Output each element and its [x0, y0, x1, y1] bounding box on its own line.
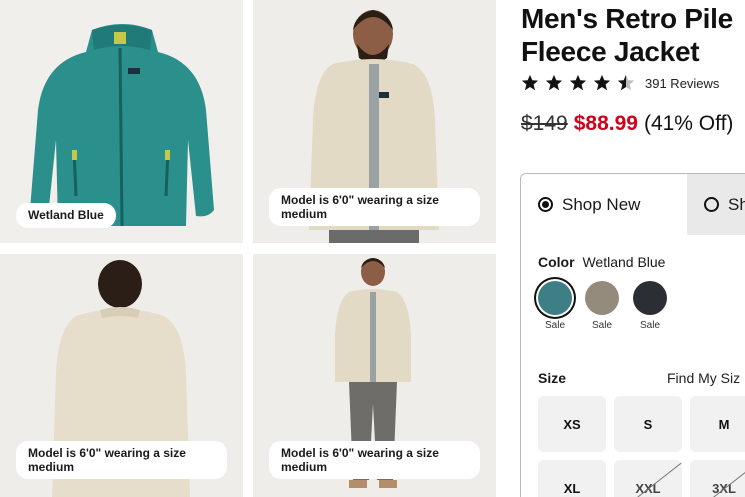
radio-empty-icon	[704, 197, 719, 212]
star-icon	[521, 74, 539, 91]
price-block: $149 $88.99 (41% Off)	[521, 112, 733, 136]
star-icon	[593, 74, 611, 91]
size-option-xxl[interactable]: XXL	[614, 460, 682, 497]
original-price: $149	[521, 112, 568, 135]
tab-shop-used-label: Sh	[728, 194, 745, 214]
star-icon	[545, 74, 563, 91]
size-option-m[interactable]: M	[690, 396, 745, 452]
review-count-link[interactable]: 391 Reviews	[645, 76, 719, 91]
condition-tabs: Shop New Sh	[521, 174, 745, 235]
image-caption-model: Model is 6'0" wearing a size medium	[269, 441, 480, 479]
radio-selected-icon	[538, 197, 553, 212]
tab-shop-new[interactable]: Shop New	[521, 174, 687, 235]
color-swatch-tan[interactable]	[585, 281, 619, 315]
half-star-icon	[617, 74, 635, 91]
find-my-size-link[interactable]: Find My Siz	[667, 370, 740, 386]
product-title: Men's Retro Pile Fleece Jacket	[521, 3, 733, 67]
image-caption-model: Model is 6'0" wearing a size medium	[269, 188, 480, 226]
swatch-sale-label: Sale	[639, 320, 660, 331]
size-option-s[interactable]: S	[614, 396, 682, 452]
image-caption-color: Wetland Blue	[16, 203, 116, 228]
image-caption-model: Model is 6'0" wearing a size medium	[16, 441, 227, 479]
color-selector-label: Color Wetland Blue	[538, 254, 665, 270]
star-icon	[569, 74, 587, 91]
size-label: Size	[538, 370, 567, 386]
sale-price: $88.99	[573, 112, 638, 135]
swatch-sale-label: Sale	[591, 320, 612, 331]
color-value: Wetland Blue	[582, 254, 666, 270]
tab-shop-new-label: Shop New	[562, 194, 641, 214]
swatch-sale-label: Sale	[544, 320, 565, 331]
size-option-3xl[interactable]: 3XL	[690, 460, 745, 497]
color-swatch-wetland-blue[interactable]	[538, 281, 572, 315]
size-option-xl[interactable]: XL	[538, 460, 606, 497]
color-swatch-black[interactable]	[633, 281, 667, 315]
product-rating[interactable]: 391 Reviews	[521, 74, 719, 92]
discount-percent: (41% Off)	[643, 112, 734, 135]
color-label: Color	[538, 254, 575, 270]
size-option-xs[interactable]: XS	[538, 396, 606, 452]
tab-shop-used[interactable]: Sh	[687, 174, 745, 235]
purchase-panel: Shop New Sh Color Wetland Blue Sale Sale…	[520, 173, 745, 497]
